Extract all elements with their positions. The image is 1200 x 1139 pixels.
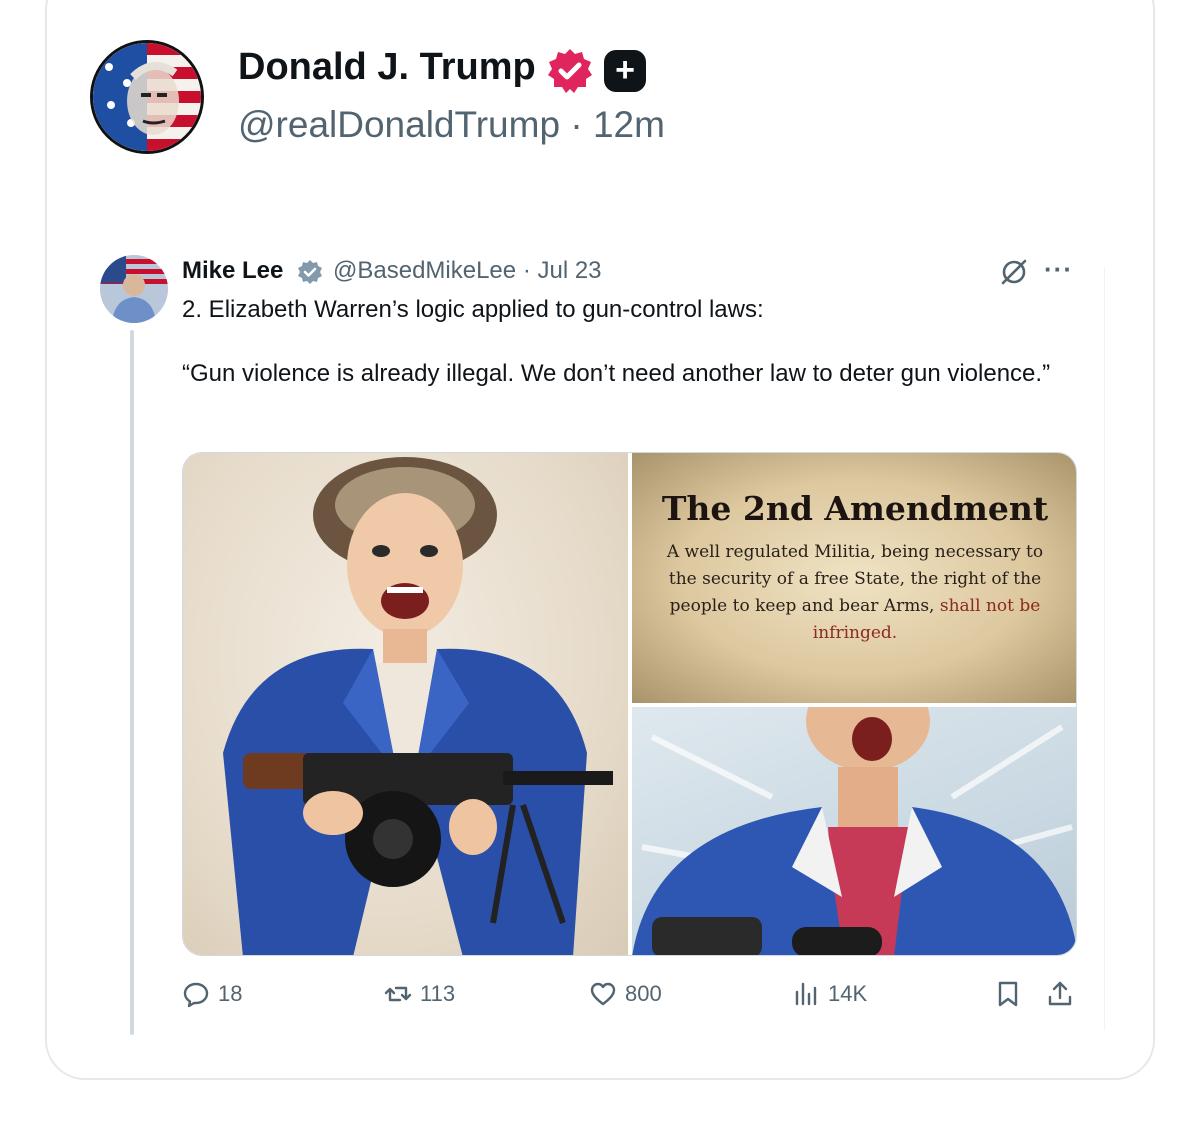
amendment-title: The 2nd Amendment (661, 489, 1049, 528)
bookmark-button[interactable] (994, 980, 1022, 1008)
quote-text: 2. Elizabeth Warren’s logic applied to g… (182, 294, 1082, 422)
repost-button[interactable]: 113 (384, 980, 455, 1008)
reply-icon (183, 982, 209, 1008)
author-avatar[interactable] (90, 40, 204, 154)
like-button[interactable]: 800 (589, 980, 662, 1008)
media-grid: The 2nd Amendment A well regulated Milit… (182, 452, 1077, 956)
media-image-cartoon-rifle[interactable] (183, 453, 628, 955)
post-time[interactable]: 12m (593, 104, 665, 145)
quote-handle-line: @BasedMikeLee · Jul 23 (333, 257, 602, 285)
share-icon (1048, 981, 1072, 1006)
quote-text-line: “Gun violence is already illegal. We don… (182, 360, 1051, 387)
media-image-second-amendment[interactable]: The 2nd Amendment A well regulated Milit… (632, 453, 1076, 703)
quote-handle[interactable]: @BasedMikeLee (333, 257, 516, 284)
quote-author-name[interactable]: Mike Lee (182, 257, 283, 285)
media-image-cartoon-shouting[interactable] (632, 671, 1076, 955)
reply-button[interactable]: 18 (182, 980, 242, 1008)
views-chart-icon (795, 982, 817, 1006)
grok-icon[interactable] (998, 256, 1030, 288)
repost-icon (384, 986, 412, 1002)
bookmark-icon (998, 981, 1018, 1007)
more-options-icon[interactable]: ··· (1044, 254, 1073, 285)
author-handle-line: @realDonaldTrump · 12m (238, 104, 665, 146)
reply-count: 18 (218, 981, 243, 1006)
amendment-text-block: A well regulated Militia, being necessar… (662, 539, 1048, 647)
quote-separator-dot: · (522, 257, 531, 284)
quote-text-line: 2. Elizabeth Warren’s logic applied to g… (182, 296, 764, 323)
views-button[interactable]: 14K (792, 980, 867, 1008)
quote-author-avatar[interactable] (100, 255, 168, 323)
like-count: 800 (625, 981, 662, 1006)
views-count: 14K (828, 981, 868, 1006)
verified-badge-icon (548, 49, 592, 93)
separator-dot: · (570, 104, 583, 145)
author-name[interactable]: Donald J. Trump (238, 46, 536, 89)
share-button[interactable] (1046, 980, 1074, 1008)
repost-count: 113 (420, 981, 456, 1006)
heart-icon (590, 982, 616, 1006)
gray-verified-badge-icon (298, 260, 322, 284)
thread-line (130, 330, 134, 1035)
quote-date[interactable]: Jul 23 (537, 257, 601, 284)
author-handle[interactable]: @realDonaldTrump (238, 104, 560, 145)
plus-badge-icon: + (604, 50, 646, 92)
divider (1104, 268, 1105, 1030)
